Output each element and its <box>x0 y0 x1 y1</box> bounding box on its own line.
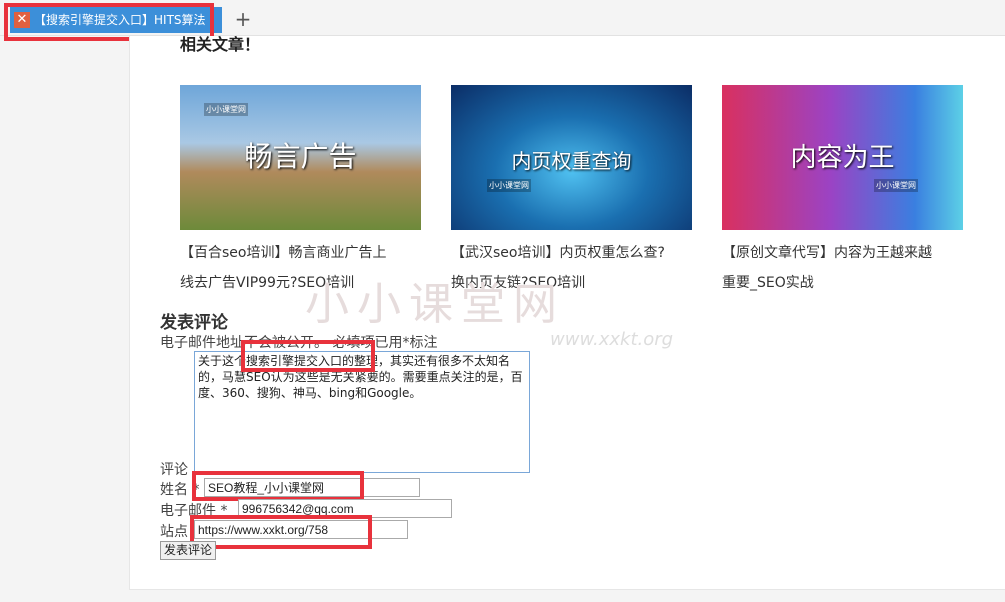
submit-comment-button[interactable]: 发表评论 <box>160 541 216 560</box>
related-card[interactable]: 小小课堂网 畅言广告 【百合seo培训】畅言商业广告上 线去广告VIP99元?S… <box>180 85 421 298</box>
related-card[interactable]: 小小课堂网 内页权重查询 【武汉seo培训】内页权重怎么查? 换内页友链?SEO… <box>451 85 692 298</box>
card-title-line[interactable]: 重要_SEO实战 <box>722 268 963 298</box>
card-title-line[interactable]: 【武汉seo培训】内页权重怎么查? <box>451 238 692 268</box>
watermark-logo: 小小课堂网 <box>305 279 565 330</box>
thumb-logo: 小小课堂网 <box>204 103 248 116</box>
card-title-line[interactable]: 【原创文章代写】内容为王越来越 <box>722 238 963 268</box>
card-title-line[interactable]: 【百合seo培训】畅言商业广告上 <box>180 238 421 268</box>
card-thumbnail[interactable]: 小小课堂网 畅言广告 <box>180 85 421 230</box>
thumb-caption: 畅言广告 <box>244 140 357 173</box>
site-label: 站点 <box>160 524 188 540</box>
page-content: 相关文章！ 小小课堂网 畅言广告 【百合seo培训】畅言商业广告上 线去广告VI… <box>129 35 1005 590</box>
comment-form-heading: 发表评论 <box>160 313 228 333</box>
thumb-caption: 内容为王 <box>790 143 895 173</box>
related-articles-heading: 相关文章！ <box>180 35 261 54</box>
watermark-url: www.xxkt.org <box>550 329 674 350</box>
card-thumbnail[interactable]: 小小课堂网 内容为王 <box>722 85 963 230</box>
new-tab-button[interactable]: + <box>232 7 254 33</box>
thumb-caption: 内页权重查询 <box>511 149 632 173</box>
highlight-box-name <box>192 471 364 501</box>
card-title[interactable]: 【原创文章代写】内容为王越来越 重要_SEO实战 <box>722 238 963 298</box>
highlight-box-site <box>190 515 372 549</box>
card-thumbnail[interactable]: 小小课堂网 内页权重查询 <box>451 85 692 230</box>
related-card[interactable]: 小小课堂网 内容为王 【原创文章代写】内容为王越来越 重要_SEO实战 <box>722 85 963 298</box>
thumb-logo: 小小课堂网 <box>874 179 918 192</box>
comment-label: 评论 <box>160 462 188 478</box>
highlight-box-keyword <box>241 340 375 372</box>
thumb-logo: 小小课堂网 <box>487 179 531 192</box>
